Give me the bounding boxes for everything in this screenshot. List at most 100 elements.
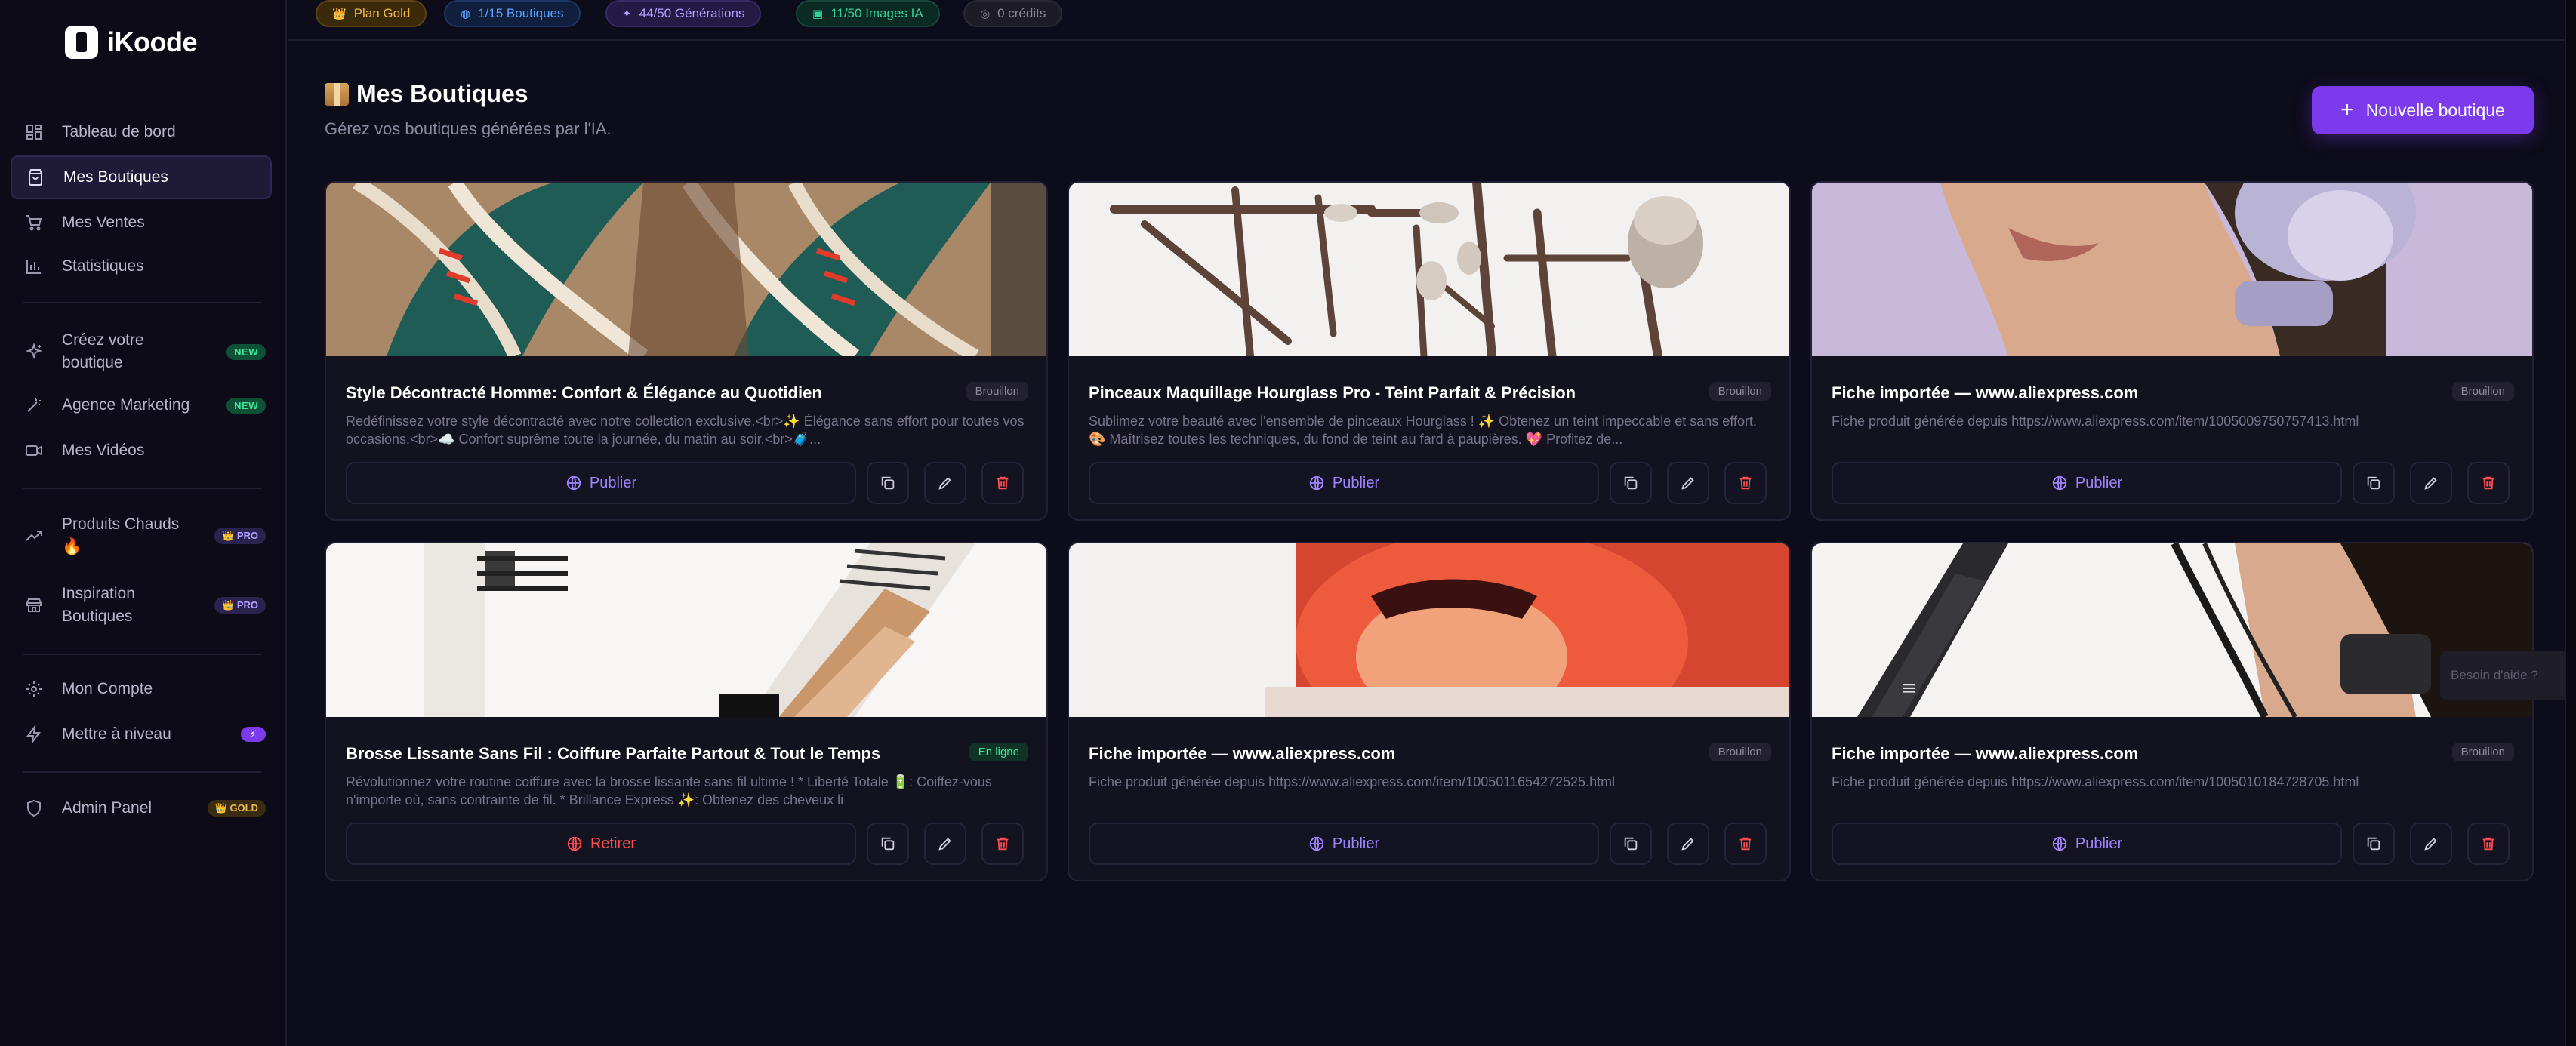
status-badge: Brouillon — [966, 382, 1028, 401]
globe-icon — [2052, 475, 2067, 491]
globe-icon — [1309, 836, 1324, 851]
publish-button[interactable]: Publier — [1832, 823, 2342, 865]
sidebar-item-agence-marketing[interactable]: Agence Marketing NEW — [11, 386, 272, 424]
sidebar-item-boutiques[interactable]: Mes Boutiques — [11, 155, 272, 199]
generations-chip[interactable]: ✦ 44/50 Générations — [605, 0, 762, 27]
edit-button[interactable] — [1667, 823, 1709, 865]
delete-button[interactable] — [981, 823, 1024, 865]
store-thumbnail — [1069, 183, 1789, 356]
sidebar-item-create-store[interactable]: Créez votre boutique NEW — [11, 325, 272, 379]
dashboard-icon — [24, 122, 44, 142]
store-card[interactable]: ≡ Fiche importée — www.aliexpress.com Br… — [1810, 542, 2534, 881]
sidebar-item-label: Tableau de bord — [62, 123, 176, 140]
plan-chip[interactable]: 👑 Plan Gold — [316, 0, 427, 27]
duplicate-button[interactable] — [1610, 462, 1652, 504]
store-card[interactable]: Fiche importée — www.aliexpress.com Brou… — [1810, 181, 2534, 521]
chip-label: 44/50 Générations — [639, 6, 745, 20]
duplicate-button[interactable] — [2353, 462, 2395, 504]
page-subtitle: Gérez vos boutiques générées par l'IA. — [325, 119, 612, 138]
page-title-text: Mes Boutiques — [356, 80, 528, 107]
wand-icon — [24, 395, 44, 415]
pro-badge: 👑 PRO — [214, 597, 266, 614]
store-title: Fiche importée — www.aliexpress.com — [1832, 744, 2139, 763]
publish-button-label: Publier — [2075, 474, 2123, 491]
publish-button[interactable]: Publier — [1089, 823, 1599, 865]
pencil-icon — [938, 838, 951, 851]
delete-button[interactable] — [1724, 823, 1767, 865]
edit-button[interactable] — [924, 823, 966, 865]
chip-label: 1/15 Boutiques — [478, 6, 564, 20]
gold-badge: 👑 GOLD — [207, 800, 266, 817]
sidebar-divider — [23, 302, 261, 303]
store-title: Brosse Lissante Sans Fil : Coiffure Parf… — [346, 744, 881, 763]
publish-button[interactable]: Publier — [346, 462, 856, 504]
copy-icon — [1624, 476, 1638, 490]
sidebar-item-ventes[interactable]: Mes Ventes — [11, 204, 272, 242]
duplicate-button[interactable] — [1610, 823, 1652, 865]
delete-button[interactable] — [2467, 823, 2510, 865]
store-thumbnail — [326, 183, 1046, 356]
delete-button[interactable] — [1724, 462, 1767, 504]
sidebar-item-videos[interactable]: Mes Vidéos — [11, 432, 272, 469]
store-description: Redéfinissez votre style décontracté ave… — [346, 414, 1025, 447]
publish-button[interactable]: Publier — [1089, 462, 1599, 504]
images-chip[interactable]: ▣ 11/50 Images IA — [796, 0, 940, 27]
trash-icon — [2482, 476, 2494, 490]
sidebar-item-inspiration[interactable]: Inspiration Boutiques 👑 PRO — [11, 578, 272, 632]
sidebar-item-admin-panel[interactable]: Admin Panel 👑 GOLD — [11, 789, 272, 827]
chart-icon — [24, 257, 44, 276]
boutiques-chip[interactable]: ◍ 1/15 Boutiques — [444, 0, 581, 27]
new-store-button-label: Nouvelle boutique — [2365, 100, 2505, 120]
store-card[interactable]: Brosse Lissante Sans Fil : Coiffure Parf… — [325, 542, 1048, 881]
settings-icon — [24, 679, 44, 699]
store-icon — [26, 168, 45, 187]
trending-icon — [24, 526, 44, 546]
sidebar-item-statistiques[interactable]: Statistiques — [11, 248, 272, 285]
sidebar-item-label: Créez votre boutique — [62, 331, 144, 371]
copy-icon — [881, 476, 895, 490]
store-title: Style Décontracté Homme: Confort & Éléga… — [346, 383, 822, 402]
bolt-icon — [24, 725, 44, 744]
scrollbar[interactable] — [2565, 0, 2576, 1046]
sidebar-item-label: Mes Boutiques — [63, 168, 168, 186]
status-badge: En ligne — [969, 743, 1028, 761]
pencil-icon — [2424, 477, 2437, 490]
edit-button[interactable] — [1667, 462, 1709, 504]
unpublish-button-label: Retirer — [590, 835, 636, 852]
delete-button[interactable] — [981, 462, 1024, 504]
app-logo[interactable]: iKoode — [65, 26, 198, 59]
store-card[interactable]: Pinceaux Maquillage Hourglass Pro - Tein… — [1068, 181, 1791, 521]
sidebar-item-produits-chauds[interactable]: Produits Chauds 🔥 👑 PRO — [11, 509, 272, 563]
copy-icon — [1624, 837, 1638, 851]
pro-badge: 👑 PRO — [214, 528, 266, 544]
store-card[interactable]: Style Décontracté Homme: Confort & Éléga… — [325, 181, 1048, 521]
page-title: Mes Boutiques — [325, 80, 528, 108]
sidebar-item-dashboard[interactable]: Tableau de bord — [11, 113, 272, 151]
duplicate-button[interactable] — [2353, 823, 2395, 865]
sidebar-item-label: Statistiques — [62, 257, 144, 275]
sidebar-item-label: Agence Marketing — [62, 396, 190, 414]
edit-button[interactable] — [2410, 823, 2452, 865]
globe-icon — [566, 475, 581, 491]
duplicate-button[interactable] — [867, 823, 909, 865]
edit-button[interactable] — [924, 462, 966, 504]
pencil-icon — [938, 477, 951, 490]
duplicate-button[interactable] — [867, 462, 909, 504]
publish-button[interactable]: Publier — [1832, 462, 2342, 504]
pencil-icon — [1681, 838, 1694, 851]
logo-icon — [65, 26, 98, 59]
store-card[interactable]: Fiche importée — www.aliexpress.com Brou… — [1068, 542, 1791, 881]
edit-button[interactable] — [2410, 462, 2452, 504]
publish-button-label: Publier — [589, 474, 637, 491]
help-button[interactable]: Besoin d'aide ? — [2440, 651, 2576, 700]
new-store-button[interactable]: + Nouvelle boutique — [2312, 86, 2534, 134]
store-description: Sublimez votre beauté avec l'ensemble de… — [1089, 414, 1758, 447]
sidebar-item-mon-compte[interactable]: Mon Compte — [11, 670, 272, 708]
sidebar-item-upgrade[interactable]: Mettre à niveau ⚡ — [11, 715, 272, 753]
unpublish-button[interactable]: Retirer — [346, 823, 856, 865]
sidebar-item-label: Mes Vidéos — [62, 441, 145, 459]
delete-button[interactable] — [2467, 462, 2510, 504]
publish-button-label: Publier — [2075, 835, 2123, 852]
credits-chip[interactable]: ◎ 0 crédits — [963, 0, 1063, 27]
new-badge: NEW — [226, 397, 266, 414]
